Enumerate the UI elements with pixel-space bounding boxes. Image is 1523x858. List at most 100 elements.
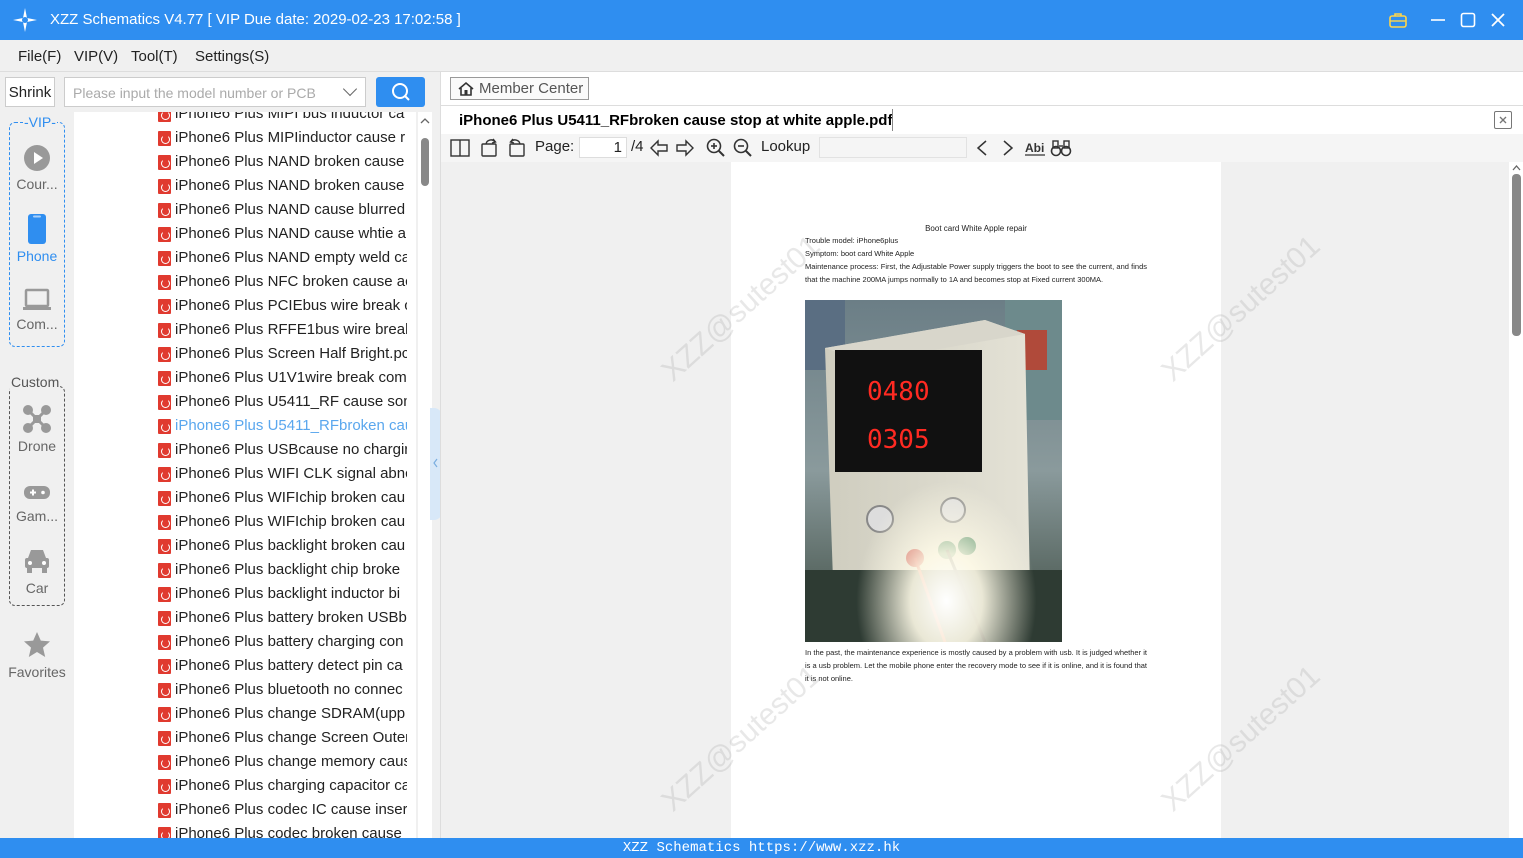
category-car[interactable]: Car [0,546,74,596]
maximize-button[interactable] [1456,8,1480,32]
file-name: iPhone6 Plus battery detect pin ca [175,657,403,674]
file-list-item[interactable]: iPhone6 Plus backlight chip broke [74,559,416,583]
zoom-in-icon[interactable] [706,138,726,158]
file-list-item[interactable]: iPhone6 Plus backlight inductor bi [74,583,416,607]
pdf-file-icon [158,227,171,242]
category-courses[interactable]: Cour... [0,144,74,192]
minimize-button[interactable] [1426,8,1450,32]
file-list-item[interactable]: iPhone6 Plus U5411_RFbroken cau [74,415,416,439]
pdf-file-icon [158,587,171,602]
file-list-item[interactable]: iPhone6 Plus change Screen Outer [74,727,416,751]
rotate-right-icon[interactable] [506,138,526,158]
model-search-input[interactable]: Please input the model number or PCB [64,77,366,107]
search-button[interactable] [376,77,425,107]
category-computer[interactable]: Com... [0,288,74,332]
pdf-file-icon [158,155,171,170]
find-previous-icon[interactable] [973,138,991,158]
file-list-item[interactable]: iPhone6 Plus charging capacitor ca [74,775,416,799]
category-phone[interactable]: Phone [0,214,74,264]
menu-bar: File(F) VIP(V) Tool(T) Settings(S) [0,40,1523,72]
file-list-item[interactable]: iPhone6 Plus U1V1wire break com [74,367,416,391]
car-icon [25,550,49,573]
file-list-item[interactable]: iPhone6 Plus MIPIinductor cause r [74,127,416,151]
file-list-item[interactable]: iPhone6 Plus WIFIchip broken cau [74,511,416,535]
file-list-item[interactable]: iPhone6 Plus WIFI CLK signal abnc [74,463,416,487]
file-name: iPhone6 Plus U5411_RFbroken cau [175,417,407,434]
menu-vip[interactable]: VIP(V) [74,48,118,65]
document-tab[interactable]: iPhone6 Plus U5411_RFbroken cause stop a… [441,105,1523,134]
zoom-out-icon[interactable] [733,138,753,158]
toggle-panel-icon[interactable] [450,138,470,158]
close-button[interactable] [1486,8,1510,32]
scroll-up-icon[interactable] [1509,162,1523,174]
file-list-item[interactable]: iPhone6 Plus change SDRAM(upp [74,703,416,727]
chevron-down-icon[interactable] [342,81,358,97]
phone-icon [28,214,46,244]
pdf-file-icon [158,491,171,506]
file-list-item[interactable]: iPhone6 Plus battery broken USBb [74,607,416,631]
pdf-file-icon [158,323,171,338]
title-bar: XZZ Schematics V4.77 [ VIP Due date: 202… [0,0,1523,40]
menu-file[interactable]: File(F) [18,48,61,65]
rotate-left-icon[interactable] [480,138,500,158]
find-next-icon[interactable] [999,138,1017,158]
file-name: iPhone6 Plus NAND empty weld ca [175,249,407,266]
file-list-item[interactable]: iPhone6 Plus PCIEbus wire break c [74,295,416,319]
file-list-item[interactable]: iPhone6 Plus change memory caus [74,751,416,775]
pdf-page: Boot card White Apple repair Trouble mod… [655,162,1326,838]
file-name: iPhone6 Plus U1V1wire break com [175,369,407,386]
file-list-item[interactable]: iPhone6 Plus NAND cause whtie a [74,223,416,247]
file-list-item[interactable]: iPhone6 Plus NAND cause blurred [74,199,416,223]
previous-page-icon[interactable] [649,138,669,158]
page-number-input[interactable]: 1 [579,137,627,158]
file-list-item[interactable]: iPhone6 Plus codec IC cause insert [74,799,416,823]
scroll-thumb[interactable] [1512,174,1521,336]
match-case-icon[interactable]: Abi [1024,138,1046,158]
pdf-file-icon [158,755,171,770]
pdf-file-icon [158,659,171,674]
file-list-item[interactable]: iPhone6 Plus bluetooth no connec [74,679,416,703]
close-document-icon[interactable] [1494,111,1512,129]
file-list-item[interactable]: iPhone6 Plus codec broken cause [74,823,416,838]
scroll-thumb[interactable] [421,138,429,186]
file-name: iPhone6 Plus backlight inductor bi [175,585,401,602]
lookup-input[interactable] [819,137,967,158]
file-list-item[interactable]: iPhone6 Plus NAND broken cause [74,175,416,199]
pdf-file-icon [158,419,171,434]
menu-settings[interactable]: Settings(S) [195,48,269,65]
document-tab-title: iPhone6 Plus U5411_RFbroken cause stop a… [459,112,893,129]
file-list-item[interactable]: iPhone6 Plus NFC broken cause ac [74,271,416,295]
pdf-scrollbar[interactable] [1509,162,1523,838]
file-list-item[interactable]: iPhone6 Plus battery detect pin ca [74,655,416,679]
file-list-item[interactable]: iPhone6 Plus USBcause no chargir [74,439,416,463]
binoculars-icon[interactable] [1050,138,1072,158]
file-list-item[interactable]: iPhone6 Plus U5411_RF cause som [74,391,416,415]
menu-tool[interactable]: Tool(T) [131,48,178,65]
pdf-after-photo-paragraph: In the past, the maintenance experience … [805,648,1147,683]
shrink-button[interactable]: Shrink [5,77,55,107]
file-list-item[interactable]: iPhone6 Plus MIPI bus inductor ca [74,112,416,127]
vip-bag-icon[interactable] [1386,8,1410,32]
pdf-file-icon [158,443,171,458]
file-list-item[interactable]: iPhone6 Plus NAND broken cause [74,151,416,175]
scroll-up-icon[interactable] [418,114,432,128]
custom-group-label: Custom [10,374,61,390]
file-list-item[interactable]: iPhone6 Plus backlight broken cau [74,535,416,559]
file-list-item[interactable]: iPhone6 Plus RFFE1bus wire break [74,319,416,343]
pdf-file-icon [158,827,171,838]
category-drone[interactable]: Drone [0,404,74,454]
file-name: iPhone6 Plus charging capacitor ca [175,777,407,794]
pdf-viewer[interactable]: Boot card White Apple repair Trouble mod… [441,162,1509,838]
file-list-item[interactable]: iPhone6 Plus NAND empty weld ca [74,247,416,271]
next-page-icon[interactable] [675,138,695,158]
file-list-item[interactable]: iPhone6 Plus WIFIchip broken cau [74,487,416,511]
file-list-item[interactable]: iPhone6 Plus Screen Half Bright.pc [74,343,416,367]
file-list-item[interactable]: iPhone6 Plus battery charging con [74,631,416,655]
pdf-toolbar: Page: 1 /4 Lookup Abi [441,134,1523,162]
category-gaming[interactable]: Gam... [0,480,74,524]
pdf-file-icon [158,779,171,794]
watermark: XZZ@sutest01 [655,659,827,818]
category-favorites[interactable]: Favorites [0,630,74,680]
file-name: iPhone6 Plus NFC broken cause ac [175,273,407,290]
member-center-button[interactable]: Member Center [450,77,589,100]
